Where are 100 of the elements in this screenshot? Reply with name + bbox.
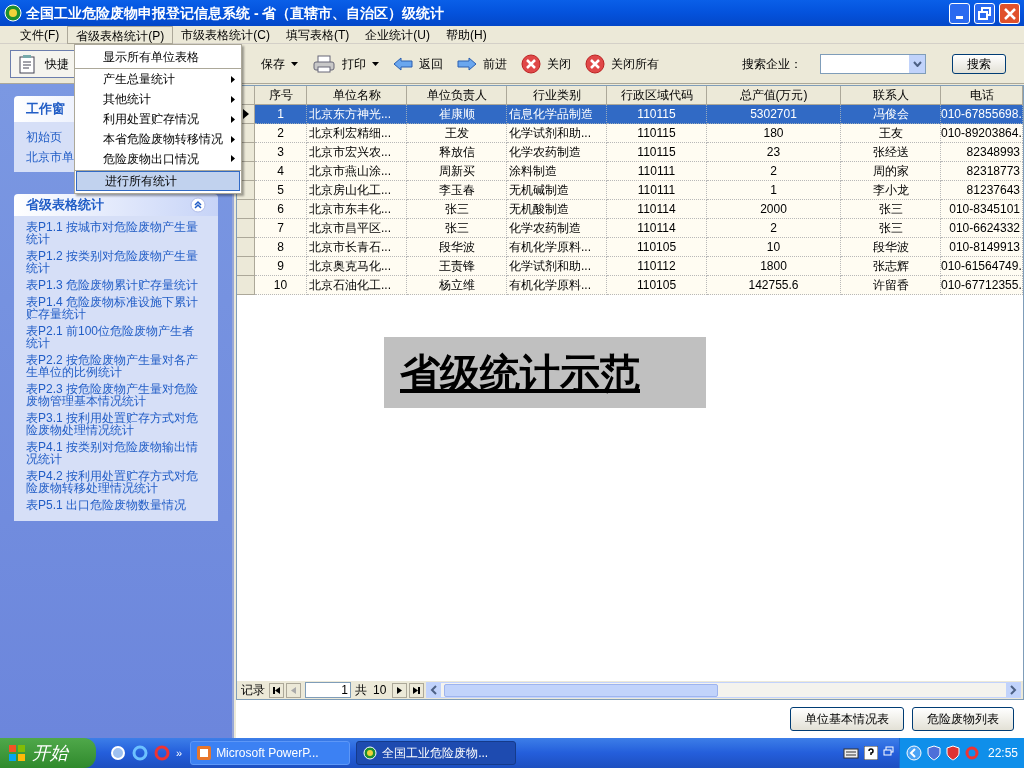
action-button[interactable]: 危险废物列表 [912, 707, 1014, 731]
minimize-icon [956, 15, 963, 19]
scroll-left-icon [427, 683, 442, 697]
table-cell: 82318773 [941, 162, 1023, 181]
minimize-button[interactable] [949, 2, 970, 24]
column-header[interactable]: 行业类别 [507, 86, 607, 105]
table-cell: 110114 [607, 219, 707, 238]
table-cell: 许留香 [841, 276, 941, 295]
more-arrow[interactable]: » [176, 744, 183, 762]
slides-icon [197, 746, 212, 760]
next-record-button[interactable] [392, 682, 408, 698]
table-cell: 10 [255, 276, 307, 295]
table-cell: 王发 [407, 124, 507, 143]
submenu-arrow-icon [231, 155, 235, 162]
table-cell: 010-67855698. [941, 105, 1023, 124]
left-arrow-icon [393, 55, 413, 72]
menu-item[interactable]: 文件(F) [12, 25, 68, 44]
table-cell: 化学试剂和助... [507, 124, 607, 143]
restore-button[interactable] [974, 2, 995, 24]
sidebar-link[interactable]: 表P1.2 按类别对危险废物产生量统计 [26, 250, 202, 274]
sidebar-link[interactable]: 表P5.1 出口危险废物数量情况 [26, 499, 202, 511]
table-cell: 010-89203864. [941, 124, 1023, 143]
toolbar-button[interactable]: 保存 [261, 49, 298, 78]
table-cell: 2 [707, 162, 841, 181]
column-header[interactable]: 单位负责人 [407, 86, 507, 105]
panel-title: 省级表格统计 [26, 196, 104, 215]
emblem-icon [363, 746, 378, 760]
keyboard-icon [842, 747, 859, 759]
first-record-button[interactable] [269, 682, 284, 698]
scroll-right-icon [1006, 683, 1020, 697]
table-cell: 110111 [607, 181, 707, 200]
menu-item[interactable]: 进行所有统计 [76, 171, 240, 191]
table-cell: 110112 [607, 257, 707, 276]
menu-item[interactable]: 帮助(H) [438, 25, 495, 44]
search-label: 搜索企业： [742, 55, 802, 73]
menu-item[interactable]: 显示所有单位表格 [75, 47, 241, 69]
next-record-icon [395, 685, 405, 695]
record-count: 10 [373, 682, 387, 699]
sidebar-link[interactable]: 表P2.3 按危险废物产生量对危险废物管理基本情况统计 [26, 383, 202, 407]
toolbar-button[interactable]: 前进 [457, 49, 507, 78]
table-cell: 3 [255, 143, 307, 162]
table-cell: 2 [707, 219, 841, 238]
first-record-icon [272, 685, 281, 695]
sidebar-link[interactable]: 表P4.1 按类别对危险废物输出情况统计 [26, 441, 202, 465]
table-cell: 110105 [607, 238, 707, 257]
last-record-button[interactable] [409, 682, 425, 698]
menu-item[interactable]: 企业统计(U) [357, 25, 438, 44]
toolbar-button[interactable]: 打印 [312, 49, 379, 78]
toolbar-button[interactable]: 返回 [393, 49, 443, 78]
column-header[interactable]: 电话 [941, 86, 1023, 105]
close-button[interactable] [999, 2, 1020, 24]
table-cell: 北京市长青石... [307, 238, 407, 257]
scroll-thumb[interactable] [444, 683, 719, 697]
table-cell: 9 [255, 257, 307, 276]
menu-item[interactable]: 填写表格(T) [278, 25, 358, 44]
menu-item[interactable]: 本省危险废物转移情况 [75, 129, 241, 149]
dropdown-button[interactable] [909, 54, 925, 73]
table-cell: 张三 [407, 200, 507, 219]
table-cell: 周新买 [407, 162, 507, 181]
action-button[interactable]: 单位基本情况表 [790, 707, 904, 731]
sidebar-link[interactable]: 表P2.2 按危险废物产生量对各产生单位的比例统计 [26, 354, 202, 378]
start-button[interactable]: 开始 [0, 738, 96, 768]
sidebar-link[interactable]: 表P1.1 按城市对危险废物产生量统计 [26, 221, 202, 245]
column-header[interactable]: 序号 [255, 86, 307, 105]
column-header[interactable]: 总产值(万元) [707, 86, 841, 105]
column-header[interactable]: 单位名称 [307, 86, 407, 105]
table-cell: 张三 [841, 219, 941, 238]
table-cell: 冯俊会 [841, 105, 941, 124]
table-cell: 010-8149913 [941, 238, 1023, 257]
caret-down-icon [372, 61, 379, 66]
row-pointer-icon [242, 109, 249, 119]
submenu-arrow-icon [231, 75, 235, 83]
table-cell: 北京市宏兴农... [307, 143, 407, 162]
record-field[interactable]: 1 [305, 682, 351, 698]
shield-icon [945, 745, 960, 761]
sidebar-link[interactable]: 表P4.2 按利用处置贮存方式对危险废物转移处理情况统计 [26, 470, 202, 494]
menu-item[interactable]: 市级表格统计(C) [173, 25, 278, 44]
windows-flag-icon [8, 744, 26, 762]
column-header[interactable]: 联系人 [841, 86, 941, 105]
column-header[interactable]: 行政区域代码 [607, 86, 707, 105]
table-cell: 010-61564749. [941, 257, 1023, 276]
table-cell: 段华波 [407, 238, 507, 257]
table-cell: 7 [255, 219, 307, 238]
sidebar-link[interactable]: 表P3.1 按利用处置贮存方式对危险废物处理情况统计 [26, 412, 202, 436]
sidebar-link[interactable]: 表P2.1 前100位危险废物产生者统计 [26, 325, 202, 349]
table-cell: 110115 [607, 124, 707, 143]
table-cell: 有机化学原料... [507, 276, 607, 295]
sidebar-link[interactable]: 表P1.3 危险废物累计贮存量统计 [26, 279, 202, 291]
toolbar-button[interactable]: 关闭所有 [585, 49, 659, 78]
caret-down-icon [291, 61, 298, 66]
taskbar-button[interactable]: Microsoft PowerP... [190, 741, 351, 765]
sidebar-link[interactable]: 表P1.4 危险废物标准设施下累计贮存量统计 [26, 296, 202, 320]
help-icon [863, 746, 878, 760]
table-cell: 110114 [607, 200, 707, 219]
taskbar-button[interactable]: 全国工业危险废物... [356, 741, 517, 765]
table-cell: 张三 [841, 200, 941, 219]
company-search-field[interactable] [820, 53, 926, 74]
toolbar-button[interactable]: 关闭 [521, 49, 571, 78]
search-button[interactable]: 搜索 [952, 53, 1006, 74]
horizontal-scrollbar[interactable] [426, 682, 1021, 698]
